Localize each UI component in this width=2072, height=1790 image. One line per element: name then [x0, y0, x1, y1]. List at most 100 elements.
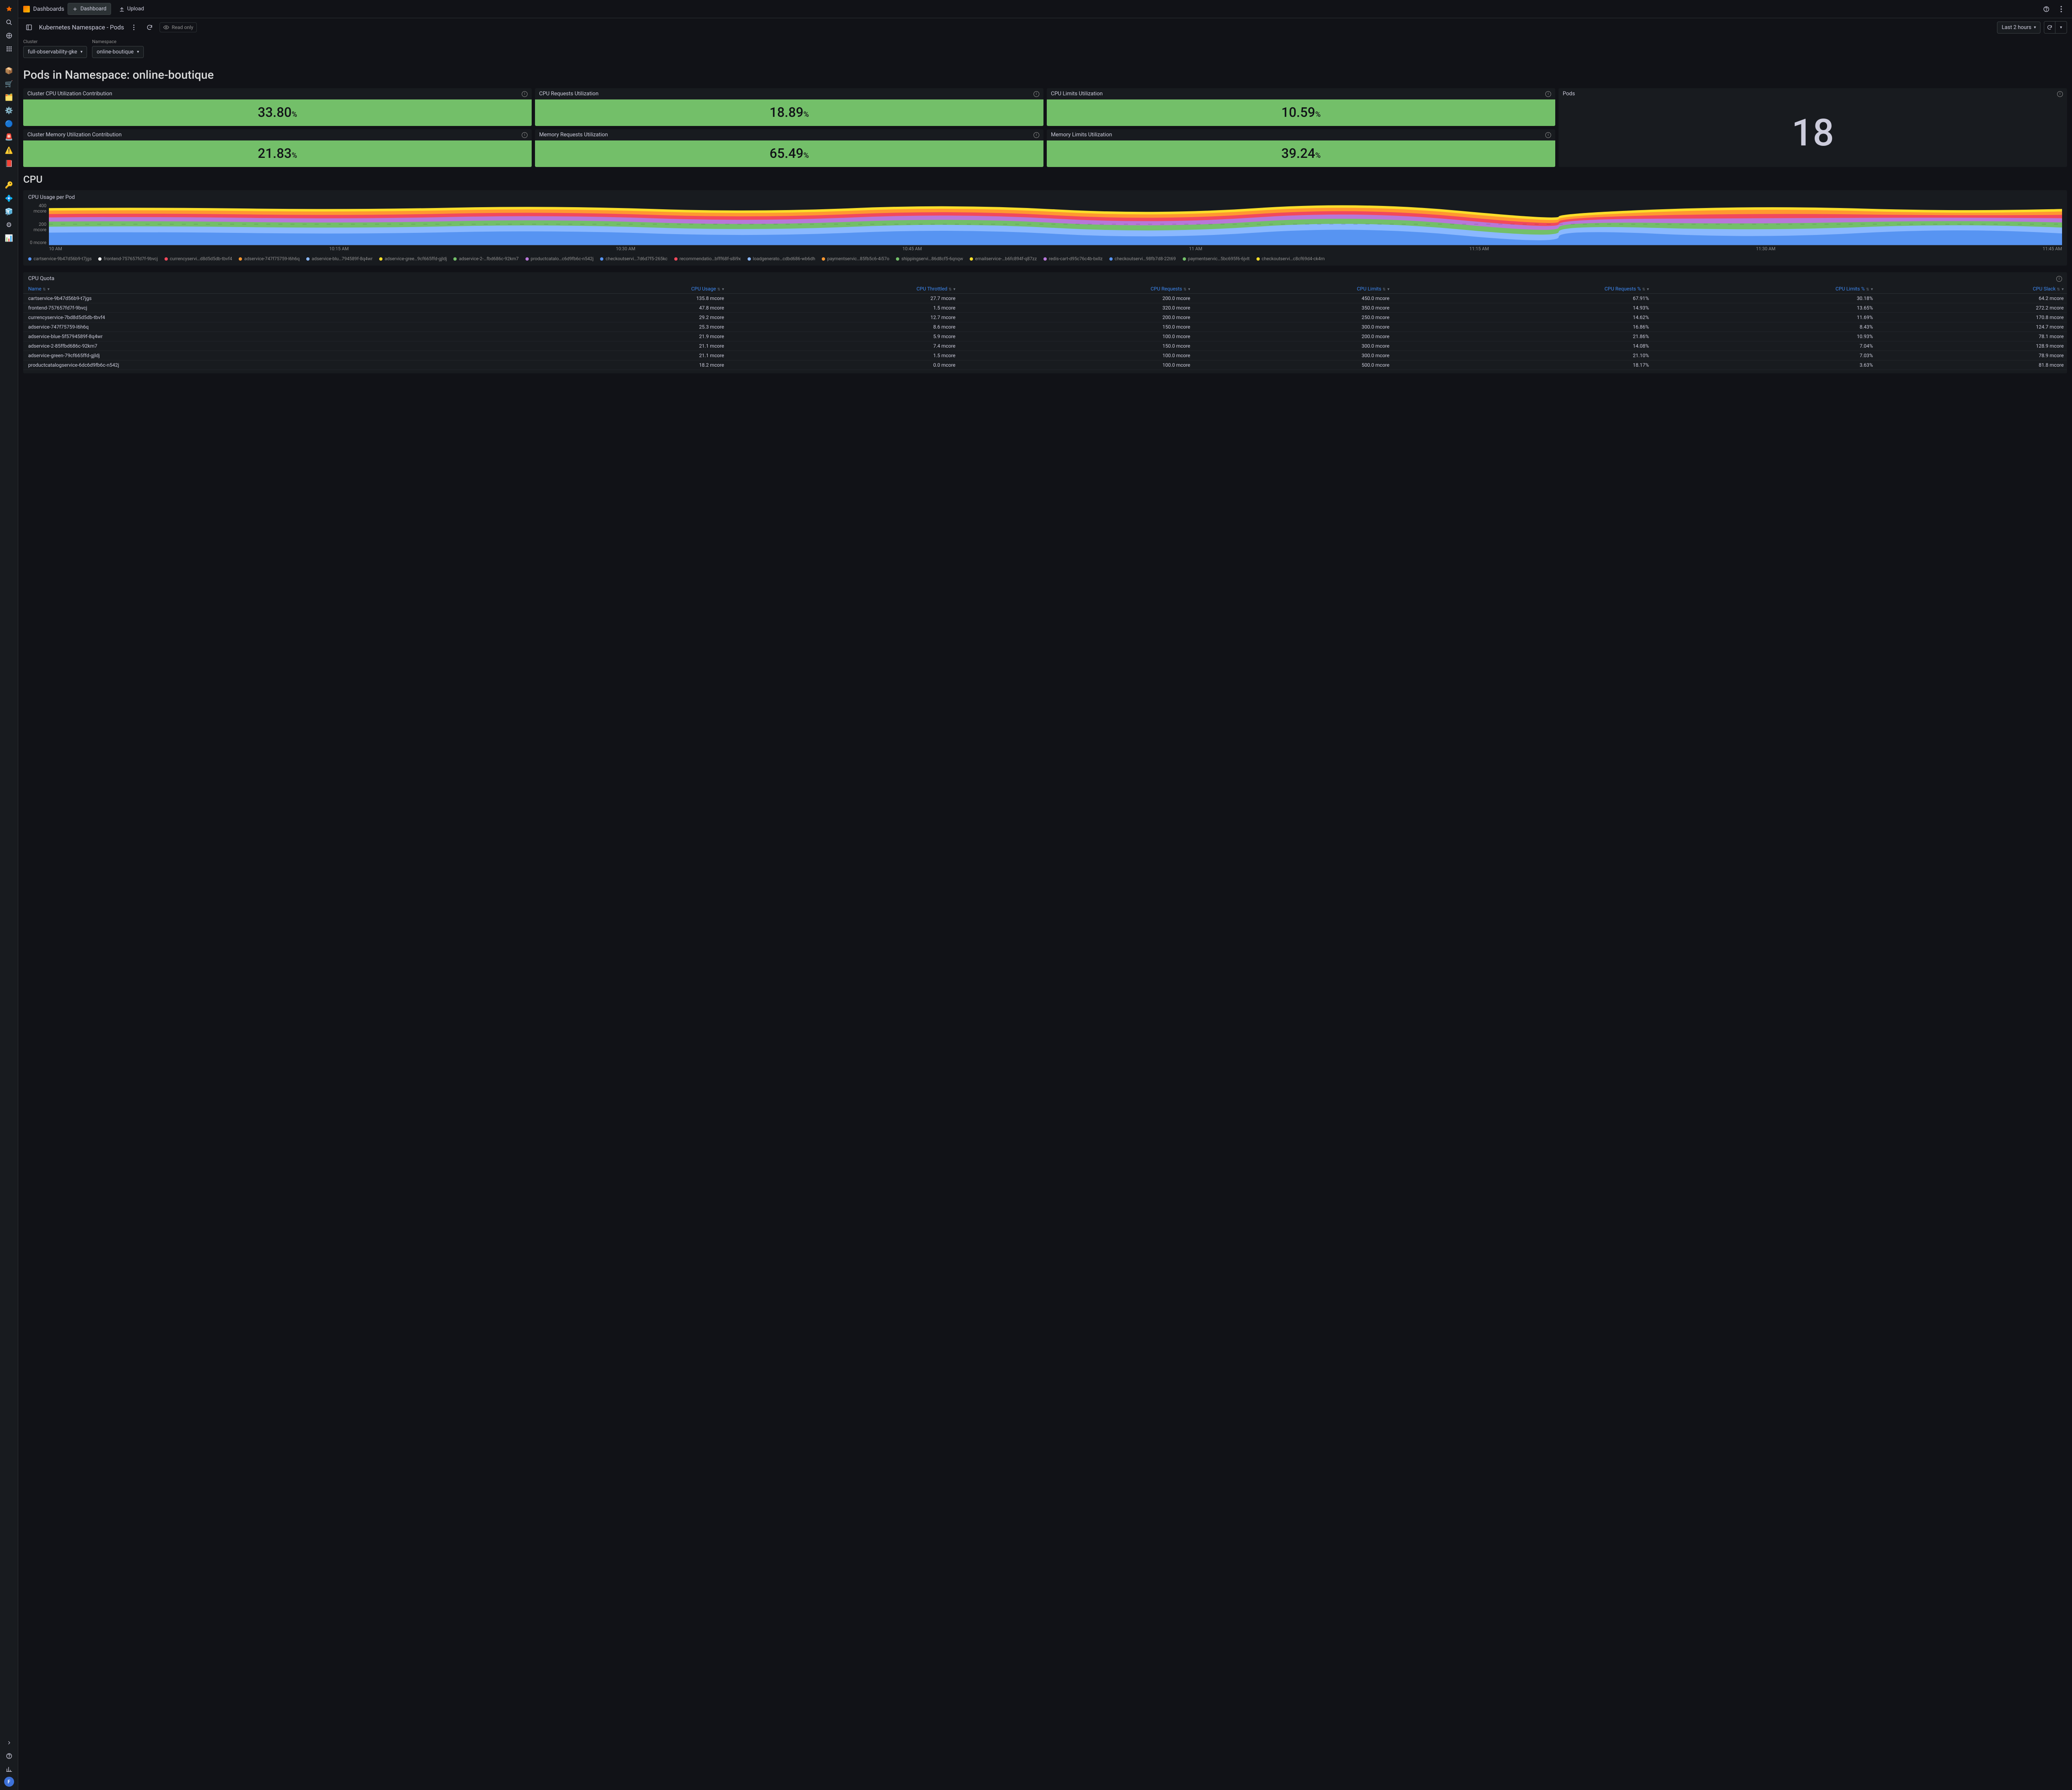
sidebar-item-10[interactable]: 💠 — [3, 192, 15, 204]
stat-mem-limits: Memory Limits Utilizationi 39.24% — [1047, 129, 1555, 167]
legend-label: adservice-747f75759-l6h6q — [244, 256, 300, 261]
legend-item[interactable]: redis-cart-d95c76c4b-bxllz — [1043, 256, 1103, 261]
legend-item[interactable]: loadgenerato…cdbd686-wb6dh — [748, 256, 816, 261]
table-row[interactable]: adservice-blue-5f5794589f-8q4wr21.9 mcor… — [23, 332, 2067, 341]
sidebar-item-13[interactable]: 📊 — [3, 232, 15, 244]
chart-plot[interactable] — [49, 203, 2062, 245]
sidebar-item-12[interactable]: ⚙ — [3, 219, 15, 230]
stat-suffix: % — [804, 110, 809, 119]
breadcrumb-root[interactable]: Dashboards — [33, 6, 64, 12]
info-icon[interactable]: i — [1545, 132, 1551, 138]
timerange-label: Last 2 hours — [2002, 24, 2031, 31]
table-header[interactable]: CPU Slack⇅▾ — [1876, 284, 2067, 294]
table-row[interactable]: adservice-green-79cf665ffd-gjldj21.1 mco… — [23, 351, 2067, 360]
info-icon[interactable]: i — [1034, 132, 1039, 138]
table-cell: 100.0 mcore — [959, 360, 1194, 370]
new-dashboard-button[interactable]: Dashboard — [68, 3, 111, 15]
top-more-icon[interactable] — [2055, 3, 2067, 15]
legend-item[interactable]: checkoutservi…7d6d7f5-265kc — [600, 256, 667, 261]
legend-item[interactable]: adservice-747f75759-l6h6q — [239, 256, 300, 261]
table-cell: 100.0 mcore — [959, 332, 1194, 341]
sidebar-item-9[interactable]: 🔑 — [3, 179, 15, 191]
table-row[interactable]: frontend-757657fd7f-9bvcj47.8 mcore1.5 m… — [23, 303, 2067, 313]
top-help-icon[interactable] — [2041, 3, 2052, 15]
table-cell: 150.0 mcore — [959, 322, 1194, 332]
info-icon[interactable]: i — [2057, 91, 2063, 97]
expand-icon[interactable] — [3, 1737, 15, 1749]
table-row[interactable]: currencyservice-7bd8d5d5db-tbvf429.2 mco… — [23, 313, 2067, 322]
table-row[interactable]: adservice-747f75759-l6h6q25.3 mcore8.6 m… — [23, 322, 2067, 332]
legend-item[interactable]: shippingservi…86d8cf5-6qnqw — [896, 256, 963, 261]
stats-icon[interactable] — [3, 1763, 15, 1775]
legend-item[interactable]: adservice-gree…9cf665ffd-gjldj — [379, 256, 447, 261]
table-cell: 8.6 mcore — [727, 322, 959, 332]
apps-icon[interactable] — [3, 43, 15, 55]
legend-item[interactable]: paymentservic…85fb5c6-4i57o — [822, 256, 889, 261]
info-icon[interactable]: i — [1034, 91, 1039, 97]
info-icon[interactable]: i — [2056, 276, 2062, 282]
legend-dot — [896, 257, 899, 261]
sidebar-item-4[interactable]: ⚙️ — [3, 104, 15, 116]
help-icon[interactable] — [3, 1750, 15, 1762]
upload-button[interactable]: Upload — [114, 3, 149, 15]
legend-item[interactable]: productcatalo…c6d9fb6c-n542j — [525, 256, 594, 261]
dashboard-more-icon[interactable] — [128, 22, 140, 33]
legend-item[interactable]: frontend-757657fd7f-9bvcj — [98, 256, 158, 261]
legend-dot — [748, 257, 751, 261]
table-cell: 11.69% — [1652, 313, 1876, 322]
legend-item[interactable]: emailservice-…b6fc894f-q87zz — [970, 256, 1037, 261]
table-row[interactable]: productcatalogservice-6dc6d9fb6c-n542j18… — [23, 360, 2067, 370]
legend-item[interactable]: adservice-2-…fbd686c-92km7 — [453, 256, 518, 261]
toggle-panel-icon[interactable] — [23, 22, 35, 33]
sidebar-item-2[interactable]: 🛒 — [3, 78, 15, 90]
sidebar-item-8[interactable]: 📕 — [3, 157, 15, 169]
sidebar-item-7[interactable]: ⚠️ — [3, 144, 15, 156]
table-header[interactable]: CPU Requests %⇅▾ — [1393, 284, 1652, 294]
legend-item[interactable]: checkoutservi…98fb7d8-22t69 — [1109, 256, 1176, 261]
table-header[interactable]: CPU Limits %⇅▾ — [1652, 284, 1876, 294]
sidebar-item-5[interactable]: 🔵 — [3, 118, 15, 129]
legend-item[interactable]: checkoutservi…c8cf69d4-ck4rn — [1256, 256, 1325, 261]
sidebar-item-11[interactable]: 🧊 — [3, 206, 15, 217]
info-icon[interactable]: i — [522, 132, 528, 138]
table-header[interactable]: CPU Requests⇅▾ — [959, 284, 1194, 294]
table-cell: adservice-blue-5f5794589f-8q4wr — [23, 332, 527, 341]
user-avatar[interactable]: F — [4, 1777, 14, 1787]
explore-icon[interactable] — [3, 30, 15, 41]
sync-icon[interactable] — [144, 22, 155, 33]
stat-value: 65.49 — [770, 145, 804, 161]
x-tick: 11:45 AM — [2043, 246, 2062, 253]
timerange-picker[interactable]: Last 2 hours ▾ — [1997, 22, 2041, 34]
table-cell: 135.8 mcore — [527, 294, 727, 303]
search-icon[interactable] — [3, 17, 15, 28]
legend-item[interactable]: adservice-blu…794589f-8q4wr — [306, 256, 373, 261]
legend-item[interactable]: currencyservi…d8d5d5db-tbvf4 — [165, 256, 232, 261]
sidebar-item-6[interactable]: 🚨 — [3, 131, 15, 143]
section-cpu-title: CPU — [23, 174, 2067, 185]
legend-item[interactable]: cartservice-9b47d56b9-t7jgs — [28, 256, 92, 261]
sidebar-item-1[interactable]: 📦 — [3, 65, 15, 76]
table-header[interactable]: CPU Limits⇅▾ — [1193, 284, 1393, 294]
namespace-var-select[interactable]: online-boutique ▾ — [92, 46, 143, 58]
stat-title: Pods — [1563, 91, 1575, 97]
table-cell: 300.0 mcore — [1193, 351, 1393, 360]
table-cell: 124.7 mcore — [1876, 322, 2067, 332]
sidebar-item-3[interactable]: 🗂️ — [3, 91, 15, 103]
table-header[interactable]: Name⇅▾ — [23, 284, 527, 294]
stat-value: 18.89 — [770, 104, 804, 120]
info-icon[interactable]: i — [522, 91, 528, 97]
table-header[interactable]: CPU Usage⇅▾ — [527, 284, 727, 294]
table-row[interactable]: cartservice-9b47d56b9-t7jgs135.8 mcore27… — [23, 294, 2067, 303]
stat-value: 10.59 — [1281, 104, 1315, 120]
legend-item[interactable]: paymentservic…5bc695f6-6jvlt — [1183, 256, 1250, 261]
table-header[interactable]: CPU Throttled⇅▾ — [727, 284, 959, 294]
refresh-interval-button[interactable]: ▾ — [2055, 21, 2067, 34]
table-cell: 21.86% — [1393, 332, 1652, 341]
info-icon[interactable]: i — [1545, 91, 1551, 97]
grafana-logo-icon[interactable] — [3, 3, 15, 15]
cluster-var-select[interactable]: full-observability-gke ▾ — [23, 46, 87, 58]
refresh-button[interactable] — [2044, 21, 2055, 34]
table-row[interactable]: adservice-2-85ffbd686c-92km721.1 mcore7.… — [23, 341, 2067, 351]
legend-item[interactable]: recommendatio…bfff68f-s8i9x — [674, 256, 741, 261]
chart-title: CPU Usage per Pod — [28, 194, 2062, 201]
